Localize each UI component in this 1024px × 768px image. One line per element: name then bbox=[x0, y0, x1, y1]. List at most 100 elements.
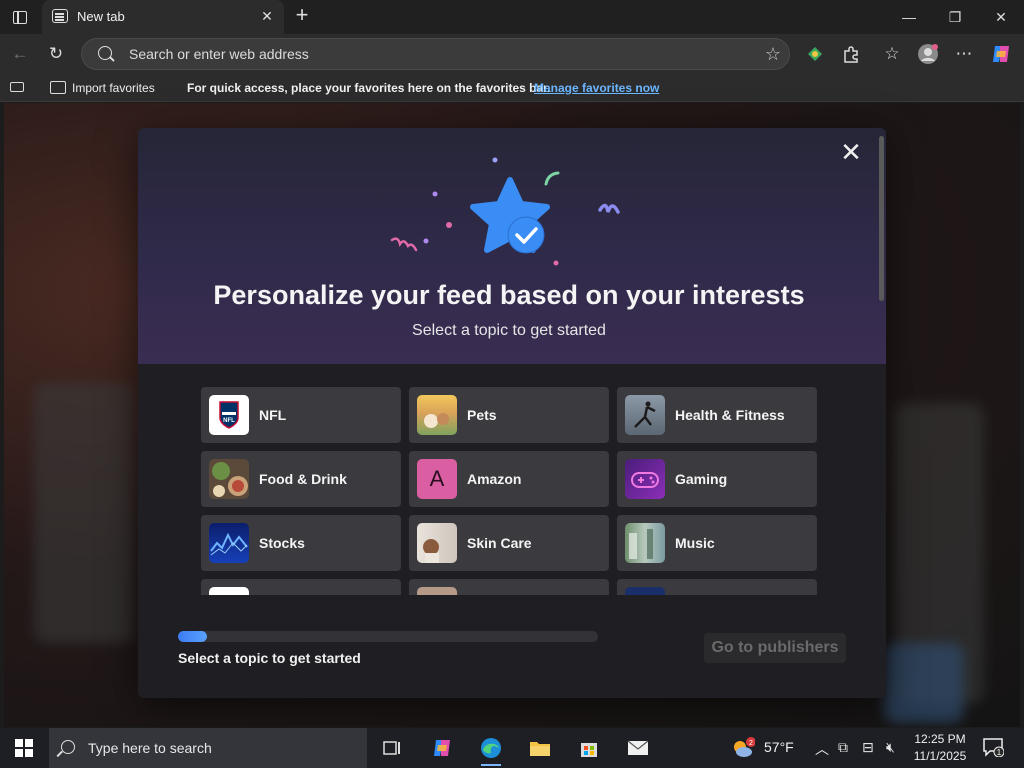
dialog-title: Personalize your feed based on your inte… bbox=[213, 280, 805, 310]
dialog-scrollbar[interactable] bbox=[879, 136, 884, 301]
blurred-card bbox=[884, 643, 964, 723]
topic-label: Health & Fitness bbox=[675, 407, 785, 423]
sidebar-toggle-icon[interactable] bbox=[10, 82, 24, 92]
new-tab-button[interactable]: + bbox=[290, 4, 314, 28]
refresh-icon[interactable]: ↻ bbox=[44, 42, 68, 66]
clock-date[interactable]: 11/1/2025 bbox=[910, 749, 970, 763]
tab-new-tab[interactable]: New tab ✕ bbox=[42, 0, 284, 34]
tab-close-icon[interactable]: ✕ bbox=[258, 7, 276, 25]
dialog-close-icon[interactable]: ✕ bbox=[838, 139, 864, 166]
address-input[interactable] bbox=[129, 39, 729, 69]
taskbar-search-box[interactable]: Type here to search bbox=[49, 728, 367, 768]
personalize-feed-dialog: ✕ Personalize your feed based on your in… bbox=[138, 128, 886, 698]
topic-thumbnail bbox=[625, 587, 665, 595]
tab-actions-button[interactable] bbox=[6, 4, 34, 30]
manage-favorites-link[interactable]: Manage favorites now bbox=[534, 81, 659, 95]
notification-count-badge: 1 bbox=[997, 748, 1002, 757]
import-favorites-icon[interactable] bbox=[50, 81, 66, 94]
favorites-bar-hint: For quick access, place your favorites h… bbox=[187, 81, 551, 95]
topic-food-drink[interactable]: Food & Drink bbox=[201, 451, 401, 507]
selection-progress-bar bbox=[178, 631, 598, 642]
back-arrow-icon[interactable]: ← bbox=[8, 42, 32, 66]
food-drink-thumbnail bbox=[209, 459, 249, 499]
topic-thumbnail bbox=[209, 587, 249, 595]
notification-center-icon[interactable]: 1 bbox=[982, 737, 1005, 758]
search-icon bbox=[98, 46, 112, 60]
topic-clipped[interactable] bbox=[617, 579, 817, 595]
topic-label: Gaming bbox=[675, 471, 728, 487]
topic-clipped[interactable] bbox=[409, 579, 609, 595]
browser-tab-strip: New tab ✕ + — ❐ ✕ bbox=[0, 0, 1024, 34]
edge-browser-icon[interactable] bbox=[471, 732, 511, 766]
progress-fill bbox=[178, 631, 208, 642]
topic-pets[interactable]: Pets bbox=[409, 387, 609, 443]
blurred-card bbox=[34, 383, 134, 643]
dialog-hero-banner: ✕ Personalize your feed based on your in… bbox=[138, 128, 886, 364]
topic-label: Stocks bbox=[259, 535, 305, 551]
mail-icon[interactable] bbox=[618, 732, 658, 764]
skin-care-thumbnail bbox=[417, 523, 457, 563]
topic-label: Food & Drink bbox=[259, 471, 347, 487]
svg-text:NFL: NFL bbox=[223, 418, 235, 424]
amazon-letter-icon: A bbox=[417, 459, 457, 499]
topic-stocks[interactable]: Stocks bbox=[201, 515, 401, 571]
dialog-subtitle: Select a topic to get started bbox=[412, 322, 606, 339]
window-close-button[interactable]: ✕ bbox=[978, 0, 1024, 34]
network-icon[interactable]: ⊟ bbox=[862, 739, 874, 756]
restore-button[interactable]: ❐ bbox=[932, 0, 978, 34]
amazon-letter: A bbox=[429, 466, 445, 491]
show-hidden-icons-chevron-icon[interactable]: ︿ bbox=[815, 739, 829, 759]
gamepad-thumbnail bbox=[625, 459, 665, 499]
tab-title: New tab bbox=[77, 9, 125, 24]
music-thumbnail bbox=[625, 523, 665, 563]
topic-amazon[interactable]: A Amazon bbox=[409, 451, 609, 507]
browser-essentials-icon[interactable] bbox=[803, 42, 827, 66]
stocks-thumbnail bbox=[209, 523, 249, 563]
taskbar-search-placeholder: Type here to search bbox=[88, 740, 212, 756]
topic-gaming[interactable]: Gaming bbox=[617, 451, 817, 507]
meet-now-icon[interactable]: ⧉ bbox=[838, 739, 848, 756]
navigation-bar: ← ↻ ☆ ☆ ⋯ bbox=[0, 34, 1024, 74]
health-fitness-thumbnail bbox=[625, 395, 665, 435]
copilot-taskbar-icon[interactable] bbox=[422, 732, 462, 764]
topic-nfl[interactable]: NFL NFL bbox=[201, 387, 401, 443]
tab-actions-icon bbox=[13, 10, 27, 24]
weather-temperature[interactable]: 57°F bbox=[764, 739, 794, 755]
profile-avatar[interactable] bbox=[916, 42, 940, 66]
weather-icon[interactable]: 2 bbox=[724, 732, 760, 764]
progress-label: Select a topic to get started bbox=[178, 650, 361, 666]
go-to-publishers-button[interactable]: Go to publishers bbox=[704, 633, 846, 663]
minimize-button[interactable]: — bbox=[886, 0, 932, 34]
extensions-puzzle-icon[interactable] bbox=[839, 42, 863, 66]
topic-music[interactable]: Music bbox=[617, 515, 817, 571]
favorites-bar: Import favorites For quick access, place… bbox=[0, 74, 1024, 102]
topic-label: Pets bbox=[467, 407, 497, 423]
topic-grid: NFL NFL Pets Health & Fitness Food & Dri… bbox=[201, 387, 821, 595]
pets-thumbnail bbox=[417, 395, 457, 435]
file-explorer-icon[interactable] bbox=[520, 732, 560, 764]
topic-label: NFL bbox=[259, 407, 287, 423]
add-favorite-star-icon[interactable]: ☆ bbox=[765, 44, 781, 65]
weather-alert-badge: 2 bbox=[749, 740, 753, 747]
address-bar[interactable]: ☆ bbox=[81, 38, 790, 70]
topic-clipped[interactable] bbox=[201, 579, 401, 595]
more-options-icon[interactable]: ⋯ bbox=[952, 42, 976, 66]
nfl-logo-icon: NFL bbox=[209, 395, 249, 435]
topic-label: Music bbox=[675, 535, 715, 551]
search-icon bbox=[61, 740, 75, 754]
topic-thumbnail bbox=[417, 587, 457, 595]
microsoft-store-icon[interactable] bbox=[569, 732, 609, 764]
start-button[interactable] bbox=[0, 728, 48, 768]
windows-taskbar: Type here to search 2 57°F ︿ ⧉ ⊟ 🔇︎ 12:2… bbox=[0, 728, 1024, 768]
volume-muted-icon[interactable]: 🔇︎ bbox=[886, 739, 895, 756]
new-tab-page-icon bbox=[52, 9, 68, 23]
clock-time[interactable]: 12:25 PM bbox=[910, 732, 970, 746]
topic-skin-care[interactable]: Skin Care bbox=[409, 515, 609, 571]
star-checkmark-illustration bbox=[390, 157, 620, 266]
copilot-icon[interactable] bbox=[989, 42, 1013, 66]
task-view-icon[interactable] bbox=[372, 732, 412, 764]
favorites-collection-icon[interactable]: ☆ bbox=[880, 42, 904, 66]
import-favorites-button[interactable]: Import favorites bbox=[72, 81, 155, 95]
topic-health-fitness[interactable]: Health & Fitness bbox=[617, 387, 817, 443]
windows-logo-icon bbox=[15, 739, 33, 757]
